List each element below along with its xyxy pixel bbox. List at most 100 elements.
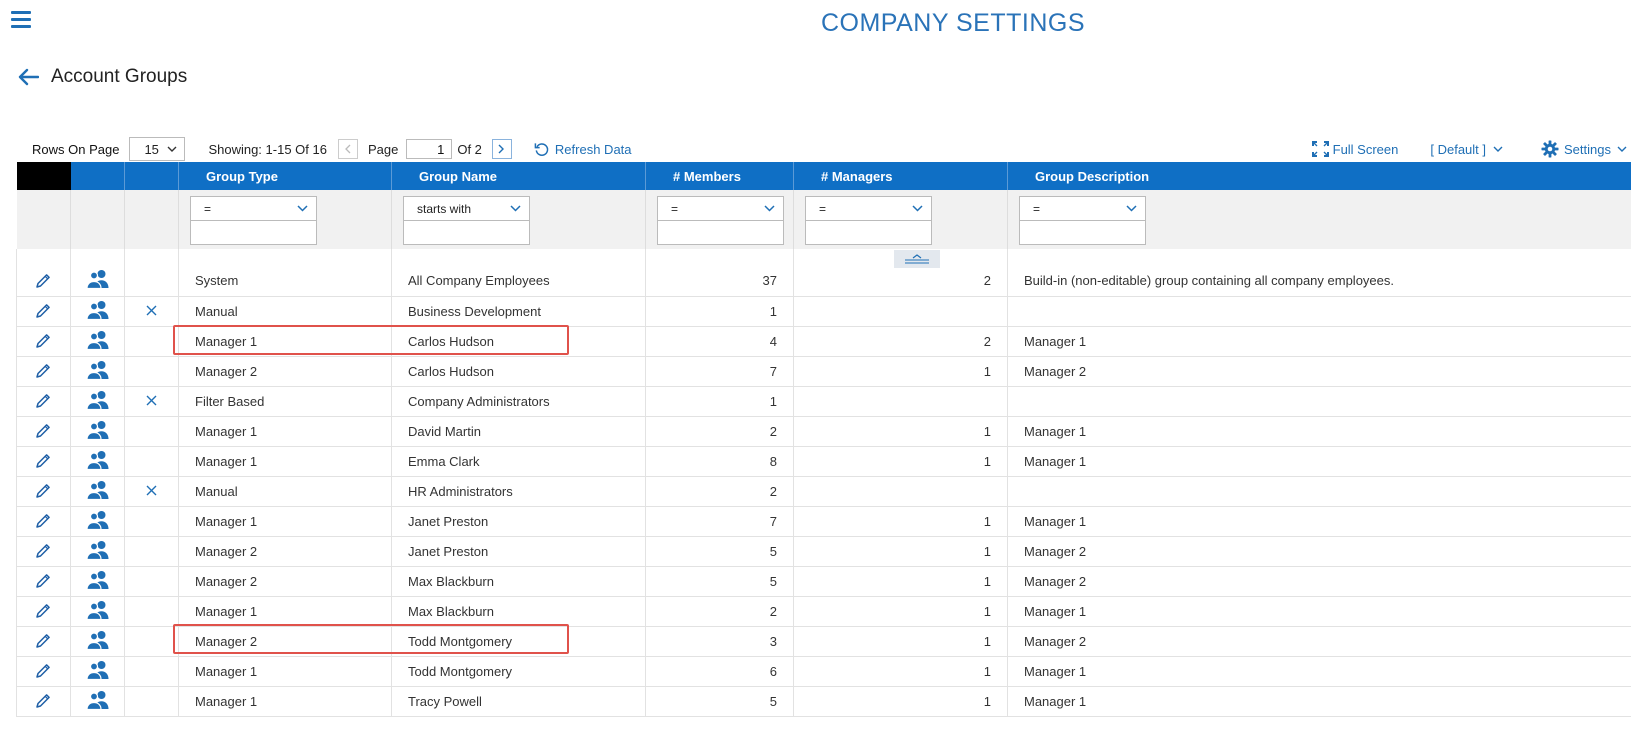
chevron-down-icon [1617,146,1627,152]
settings-menu[interactable]: Settings [1541,140,1627,158]
members-count-cell: 1 [645,386,794,417]
view-members-button[interactable] [85,420,110,440]
view-members-button[interactable] [85,269,110,290]
back-arrow-icon[interactable] [17,68,39,86]
delete-cell [124,596,179,627]
managers-count-cell [793,386,1008,417]
view-members-button[interactable] [85,630,110,650]
members-action-cell [70,686,125,717]
column-header-managers[interactable]: # Managers [793,162,1008,190]
delete-cell [124,296,179,327]
edit-cell [16,416,71,447]
x-icon [146,395,157,405]
group-type-cell: Manager 2 [178,626,392,657]
pencil-icon [36,544,50,558]
page-number-input[interactable] [406,139,453,159]
grid-toolbar: Rows On Page 15 Showing: 1-15 Of 16 Page… [32,136,1631,162]
edit-button[interactable] [35,331,52,348]
members-action-cell [70,506,125,537]
view-members-button[interactable] [85,540,110,560]
pencil-icon [36,424,50,438]
edit-button[interactable] [35,481,52,498]
view-members-button[interactable] [85,570,110,590]
group-name-cell: Janet Preston [391,506,646,537]
group-type-cell: Manager 1 [178,596,392,627]
view-members-button[interactable] [85,510,110,530]
group-type-cell: Manual [178,296,392,327]
page-count: Of 2 [457,141,482,157]
delete-cell [124,249,179,297]
x-icon [146,305,157,315]
edit-button[interactable] [35,271,52,288]
delete-button[interactable] [146,485,157,496]
group-name-filter-input[interactable] [403,221,530,245]
members-count-cell: 6 [645,656,794,687]
column-header-edit [16,162,71,190]
view-members-button[interactable] [85,300,110,320]
group-name-cell: Tracy Powell [391,686,646,717]
description-filter-input[interactable] [1019,221,1146,245]
table-row: Manager 2 Janet Preston 5 1 Manager 2 [16,536,1631,567]
managers-count-cell: 1 [793,446,1008,477]
next-page-button[interactable] [491,139,512,159]
delete-cell [124,386,179,417]
view-dropdown[interactable]: [ Default ] [1430,142,1503,157]
edit-button[interactable] [35,571,52,588]
column-header-group-type[interactable]: Group Type [178,162,392,190]
view-members-button[interactable] [85,390,110,410]
column-header-members[interactable]: # Members [645,162,794,190]
group-type-cell: Filter Based [178,386,392,417]
group-type-cell: Manager 1 [178,656,392,687]
rows-on-page-value: 15 [144,141,159,157]
view-members-button[interactable] [85,330,110,350]
edit-button[interactable] [35,511,52,528]
full-screen-button[interactable]: Full Screen [1311,141,1398,157]
group-type-filter-input[interactable] [190,221,317,245]
column-header-group-description[interactable]: Group Description [1007,162,1631,190]
chevron-left-icon [345,144,351,154]
rows-on-page-select[interactable]: 15 [129,137,186,161]
managers-filter-operator[interactable]: = [805,196,932,221]
group-type-filter-operator[interactable]: = [190,196,317,221]
members-count-cell: 2 [645,416,794,447]
managers-filter-input[interactable] [805,221,932,245]
members-filter-operator[interactable]: = [657,196,784,221]
description-filter-operator[interactable]: = [1019,196,1146,221]
managers-count-cell: 1 [793,416,1008,447]
edit-button[interactable] [35,541,52,558]
edit-button[interactable] [35,361,52,378]
view-members-button[interactable] [85,360,110,380]
delete-button[interactable] [146,395,157,406]
page-title: Account Groups [51,66,188,87]
view-members-button[interactable] [85,690,110,710]
delete-cell [124,506,179,537]
delete-button[interactable] [146,305,157,316]
delete-cell [124,656,179,687]
pencil-icon [36,604,50,618]
members-filter-input[interactable] [657,221,784,245]
group-name-filter-operator[interactable]: starts with [403,196,530,221]
members-count-cell: 5 [645,566,794,597]
users-icon [85,600,108,620]
edit-button[interactable] [35,661,52,678]
edit-button[interactable] [35,601,52,618]
view-members-button[interactable] [85,450,110,470]
collapse-filters-handle[interactable] [894,250,940,268]
edit-button[interactable] [35,421,52,438]
edit-button[interactable] [35,691,52,708]
edit-cell [16,326,71,357]
view-members-button[interactable] [85,600,110,620]
edit-button[interactable] [35,631,52,648]
view-members-button[interactable] [85,480,110,500]
view-members-button[interactable] [85,660,110,680]
chevron-down-icon [1126,205,1137,212]
table-row: Manager 2 Carlos Hudson 7 1 Manager 2 [16,356,1631,387]
previous-page-button[interactable] [337,139,358,159]
refresh-data-button[interactable]: Refresh Data [534,142,632,157]
edit-button[interactable] [35,391,52,408]
members-action-cell [70,566,125,597]
edit-button[interactable] [35,301,52,318]
edit-button[interactable] [35,451,52,468]
column-header-group-name[interactable]: Group Name [391,162,646,190]
members-action-cell [70,356,125,387]
